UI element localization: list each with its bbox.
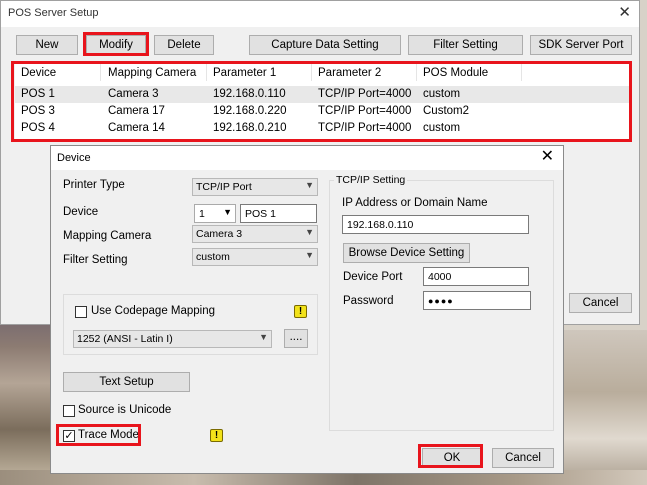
background-photo-left [0, 300, 55, 485]
text-setup-button[interactable]: Text Setup [63, 372, 190, 392]
table-cell: Camera 3 [108, 88, 159, 100]
chevron-down-icon: ▼ [305, 227, 314, 237]
sdk-server-port-button[interactable]: SDK Server Port [530, 35, 632, 55]
ip-address-label: IP Address or Domain Name [342, 197, 488, 209]
table-cell: TCP/IP Port=4000 [318, 88, 412, 100]
use-codepage-checkbox[interactable] [75, 306, 87, 318]
password-label: Password [343, 295, 394, 307]
table-cell: Custom2 [423, 105, 470, 117]
trace-mode-label: Trace Mode [78, 429, 139, 441]
trace-mode-checkbox[interactable]: ✓ [63, 430, 75, 442]
dialog-title: Device [57, 152, 91, 164]
close-icon[interactable]: ✕ [618, 4, 631, 22]
table-cell: POS 4 [21, 122, 55, 134]
table-row[interactable]: POS 4 Camera 14 192.168.0.210 TCP/IP Por… [15, 120, 631, 137]
chevron-down-icon: ▼ [305, 250, 314, 260]
table-header: Device Mapping Camera Parameter 1 Parame… [15, 64, 631, 81]
codepage-select[interactable]: 1252 (ANSI - Latin I) ▼ [73, 330, 272, 348]
browse-device-setting-button[interactable]: Browse Device Setting [343, 243, 470, 263]
table-cell: Camera 17 [108, 105, 165, 117]
column-header-device[interactable]: Device [15, 64, 101, 81]
codepage-value: 1252 (ANSI - Latin I) [77, 333, 173, 345]
modify-button[interactable]: Modify [86, 35, 146, 55]
filter-setting-label: Filter Setting [63, 254, 128, 266]
source-unicode-checkbox[interactable] [63, 405, 75, 417]
device-dialog: Device ✕ Printer Type TCP/IP Port ▼ Devi… [50, 145, 564, 474]
mapping-camera-value: Camera 3 [196, 228, 243, 240]
warning-icon: ! [210, 429, 223, 442]
dialog-cancel-button[interactable]: Cancel [492, 448, 554, 468]
codepage-browse-button[interactable]: .... [284, 329, 308, 348]
table-row[interactable]: POS 3 Camera 17 192.168.0.220 TCP/IP Por… [15, 103, 631, 120]
tcpip-group-title: TCP/IP Setting [334, 174, 408, 186]
filter-setting-value: custom [196, 251, 230, 263]
source-unicode-label: Source is Unicode [78, 404, 172, 416]
printer-type-label: Printer Type [63, 179, 125, 191]
pos-device-table: Device Mapping Camera Parameter 1 Parame… [15, 64, 631, 139]
window-title: POS Server Setup [8, 7, 99, 19]
filter-setting-button[interactable]: Filter Setting [408, 35, 523, 55]
device-number-spinner[interactable]: 1 ▼ [194, 204, 236, 223]
chevron-down-icon: ▼ [259, 332, 268, 342]
printer-type-value: TCP/IP Port [196, 181, 252, 193]
device-number-value: 1 [199, 208, 205, 220]
delete-button[interactable]: Delete [154, 35, 214, 55]
mapping-camera-select[interactable]: Camera 3 ▼ [192, 225, 318, 243]
table-cell: POS 3 [21, 105, 55, 117]
close-icon[interactable]: ✕ [541, 147, 554, 167]
table-cell: custom [423, 122, 461, 134]
column-header-pos-module[interactable]: POS Module [417, 64, 522, 81]
title-bar: POS Server Setup ✕ [1, 1, 639, 27]
ok-button[interactable]: OK [422, 448, 482, 468]
device-name-input[interactable]: POS 1 [240, 204, 317, 223]
table-cell: TCP/IP Port=4000 [318, 122, 412, 134]
chevron-down-icon: ▼ [305, 180, 314, 190]
device-port-input[interactable]: 4000 [423, 267, 529, 286]
new-button[interactable]: New [16, 35, 78, 55]
warning-icon: ! [294, 305, 307, 318]
column-header-parameter-2[interactable]: Parameter 2 [312, 64, 417, 81]
table-cell: TCP/IP Port=4000 [318, 105, 412, 117]
table-cell: 192.168.0.220 [213, 105, 287, 117]
column-header-parameter-1[interactable]: Parameter 1 [207, 64, 312, 81]
table-cell: 192.168.0.210 [213, 122, 287, 134]
table-cell: Camera 14 [108, 122, 165, 134]
table-cell: custom [423, 88, 461, 100]
filter-setting-select[interactable]: custom ▼ [192, 248, 318, 266]
table-cell: POS 1 [21, 88, 55, 100]
column-header-mapping-camera[interactable]: Mapping Camera [101, 64, 207, 81]
table-row[interactable]: POS 1 Camera 3 192.168.0.110 TCP/IP Port… [15, 86, 631, 103]
ip-address-input[interactable]: 192.168.0.110 [342, 215, 529, 234]
password-input[interactable]: ●●●● [423, 291, 531, 310]
printer-type-select[interactable]: TCP/IP Port ▼ [192, 178, 318, 196]
device-port-label: Device Port [343, 271, 403, 283]
use-codepage-label: Use Codepage Mapping [91, 305, 216, 317]
mapping-camera-label: Mapping Camera [63, 230, 152, 242]
background-photo-right [563, 330, 647, 485]
dialog-title-bar: Device ✕ [51, 146, 563, 170]
device-label: Device [63, 206, 99, 218]
chevron-down-icon: ▼ [223, 207, 232, 217]
table-cell: 192.168.0.110 [213, 88, 286, 100]
main-cancel-button[interactable]: Cancel [569, 293, 632, 313]
capture-data-setting-button[interactable]: Capture Data Setting [249, 35, 401, 55]
